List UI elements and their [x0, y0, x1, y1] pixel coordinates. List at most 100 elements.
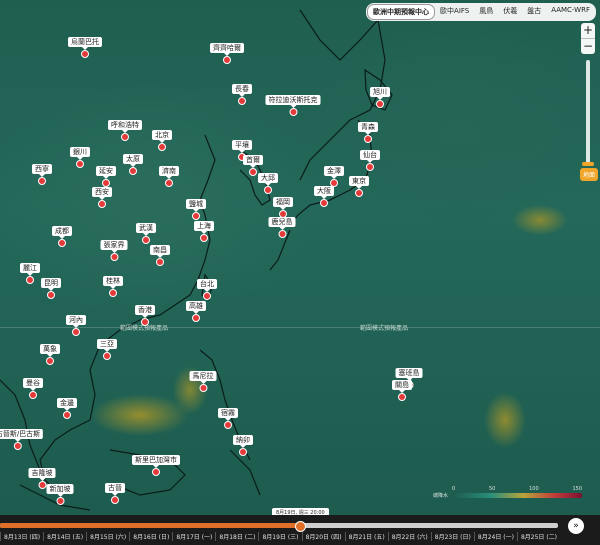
city-marker-dot — [192, 314, 200, 322]
city-marker[interactable]: 旭川 — [370, 87, 390, 108]
city-marker[interactable]: 大阪 — [314, 186, 334, 207]
city-marker[interactable]: 齊齊哈爾 — [210, 43, 244, 64]
timeline-track[interactable] — [0, 523, 558, 528]
city-marker[interactable]: 宿霧 — [218, 408, 238, 429]
city-marker[interactable]: 太原 — [123, 154, 143, 175]
timeline-day[interactable]: 8月17日 (一) — [172, 532, 215, 541]
timeline-day[interactable]: 8月15日 (六) — [86, 532, 129, 541]
tab-aifs[interactable]: 歐中AIFS — [435, 4, 474, 20]
city-marker[interactable]: 馬尼拉 — [189, 371, 217, 392]
city-marker[interactable]: 張家界 — [100, 240, 128, 261]
timeline-bar: 8月13日 (四) 8月14日 (五) 8月15日 (六) 8月16日 (日) … — [0, 515, 600, 545]
city-marker[interactable]: 西寧 — [32, 164, 52, 185]
city-marker[interactable]: 鹿兒島 — [268, 217, 296, 238]
city-marker[interactable]: 仙台 — [360, 150, 380, 171]
tab-pangu[interactable]: 盤古 — [522, 4, 546, 20]
tab-fuxi[interactable]: 伏羲 — [498, 4, 522, 20]
city-marker[interactable]: 古晉 — [105, 483, 125, 504]
city-marker[interactable]: 斯里巴加灣市 — [132, 455, 180, 476]
legend-tick: 0 — [452, 486, 456, 492]
legend-tick: 100 — [529, 486, 539, 492]
city-marker[interactable]: 長春 — [232, 84, 252, 105]
city-marker[interactable]: 成都 — [52, 226, 72, 247]
city-marker[interactable]: 麗江 — [20, 263, 40, 284]
city-marker[interactable]: 曼谷 — [23, 378, 43, 399]
weather-map[interactable]: 範圍模式預報產品 範圍模式預報產品 烏蘭巴托 齊齊哈爾 長春 符拉迪沃斯托克 旭… — [0, 0, 600, 515]
city-marker[interactable]: 北京 — [152, 130, 172, 151]
legend-label: 總降水 — [432, 493, 448, 499]
city-marker-dot — [165, 179, 173, 187]
city-marker-dot — [72, 328, 80, 336]
city-marker[interactable]: 昆明 — [41, 278, 61, 299]
altitude-slider-handle[interactable] — [582, 162, 594, 166]
timeline-day[interactable]: 8月22日 (六) — [387, 532, 431, 541]
city-marker[interactable]: 呼和浩特 — [108, 120, 142, 141]
city-marker-dot — [203, 292, 211, 300]
city-marker[interactable]: 金邊 — [57, 398, 77, 419]
tab-ecmwf[interactable]: 歐洲中期預報中心 — [367, 4, 436, 20]
timeline-day[interactable]: 8月24日 (一) — [473, 532, 517, 541]
city-marker-dot — [142, 236, 150, 244]
tab-aamc-wrf[interactable]: AAMC-WRF — [546, 4, 595, 20]
coastline-layer — [0, 9, 393, 511]
legend-ticks: 0 50 100 150 — [452, 486, 582, 492]
zoom-control: + − — [581, 23, 595, 54]
precipitation-legend: 總降水 0 50 100 150 — [432, 486, 582, 499]
city-marker[interactable]: 福岡 — [273, 197, 293, 218]
timeline-day[interactable]: 8月16日 (日) — [129, 532, 172, 541]
altitude-slider-track[interactable] — [586, 60, 590, 166]
city-marker[interactable]: 東京 — [349, 176, 369, 197]
city-marker[interactable]: 濟南 — [159, 166, 179, 187]
city-marker-dot — [102, 179, 110, 187]
city-marker-dot — [56, 497, 64, 505]
city-marker[interactable]: 銀川 — [70, 147, 90, 168]
altitude-level-badge[interactable]: 地面 — [579, 168, 598, 181]
timeline-day[interactable]: 8月23日 (日) — [430, 532, 474, 541]
timeline-day[interactable]: 8月14日 (五) — [43, 532, 86, 541]
city-marker[interactable]: 金澤 — [324, 166, 344, 187]
play-forward-button[interactable]: » — [568, 518, 584, 534]
city-marker[interactable]: 南昌 — [150, 245, 170, 266]
city-marker[interactable]: 桂林 — [103, 276, 123, 297]
city-marker[interactable]: 三亞 — [97, 339, 117, 360]
timeline-days: 8月13日 (四) 8月14日 (五) 8月15日 (六) 8月16日 (日) … — [0, 532, 560, 541]
city-marker[interactable]: 武漢 — [136, 223, 156, 244]
city-marker[interactable]: 台北 — [197, 279, 217, 300]
zoom-in-button[interactable]: + — [581, 23, 595, 38]
city-marker[interactable]: 西安 — [92, 187, 112, 208]
city-marker[interactable]: 納卯 — [233, 435, 253, 456]
city-marker[interactable]: 高雄 — [186, 301, 206, 322]
timeline-handle[interactable] — [294, 521, 306, 532]
timeline-day[interactable]: 8月21日 (五) — [344, 532, 388, 541]
timeline-day[interactable]: 8月18日 (二) — [215, 532, 258, 541]
city-marker-dot — [98, 200, 106, 208]
timeline-day[interactable]: 8月19日 (三) — [258, 532, 301, 541]
city-marker[interactable]: 新加坡 — [46, 484, 74, 505]
zoom-out-button[interactable]: − — [581, 39, 595, 54]
city-marker[interactable]: 符拉迪沃斯托克 — [265, 95, 321, 116]
city-marker-dot — [13, 442, 22, 450]
city-marker[interactable]: 青森 — [358, 122, 378, 143]
city-marker[interactable]: 古晉斯/巴古斯 — [0, 429, 44, 450]
timeline-progress — [0, 523, 299, 528]
city-marker[interactable]: 大邱 — [258, 173, 278, 194]
city-marker-dot — [38, 481, 46, 489]
city-marker-dot — [264, 186, 272, 194]
city-marker[interactable]: 鹽城 — [186, 199, 206, 220]
city-marker[interactable]: 香港 — [135, 305, 155, 326]
timeline-day[interactable]: 8月25日 (二) — [516, 532, 560, 541]
city-marker[interactable]: 關島 — [392, 380, 412, 401]
tab-fengniao[interactable]: 風鳥 — [474, 4, 498, 20]
city-marker[interactable]: 延安 — [96, 166, 116, 187]
city-marker-dot — [26, 276, 34, 284]
city-marker[interactable]: 上海 — [194, 221, 214, 242]
timeline-day[interactable]: 8月20日 (四) — [301, 532, 345, 541]
city-marker-dot — [364, 135, 372, 143]
city-marker[interactable]: 萬象 — [40, 344, 60, 365]
timeline-day[interactable]: 8月13日 (四) — [0, 532, 43, 541]
city-marker-dot — [223, 56, 231, 64]
city-marker-dot — [47, 291, 55, 299]
city-marker[interactable]: 烏蘭巴托 — [68, 37, 102, 58]
city-marker-dot — [152, 468, 160, 476]
city-marker[interactable]: 河內 — [66, 315, 86, 336]
